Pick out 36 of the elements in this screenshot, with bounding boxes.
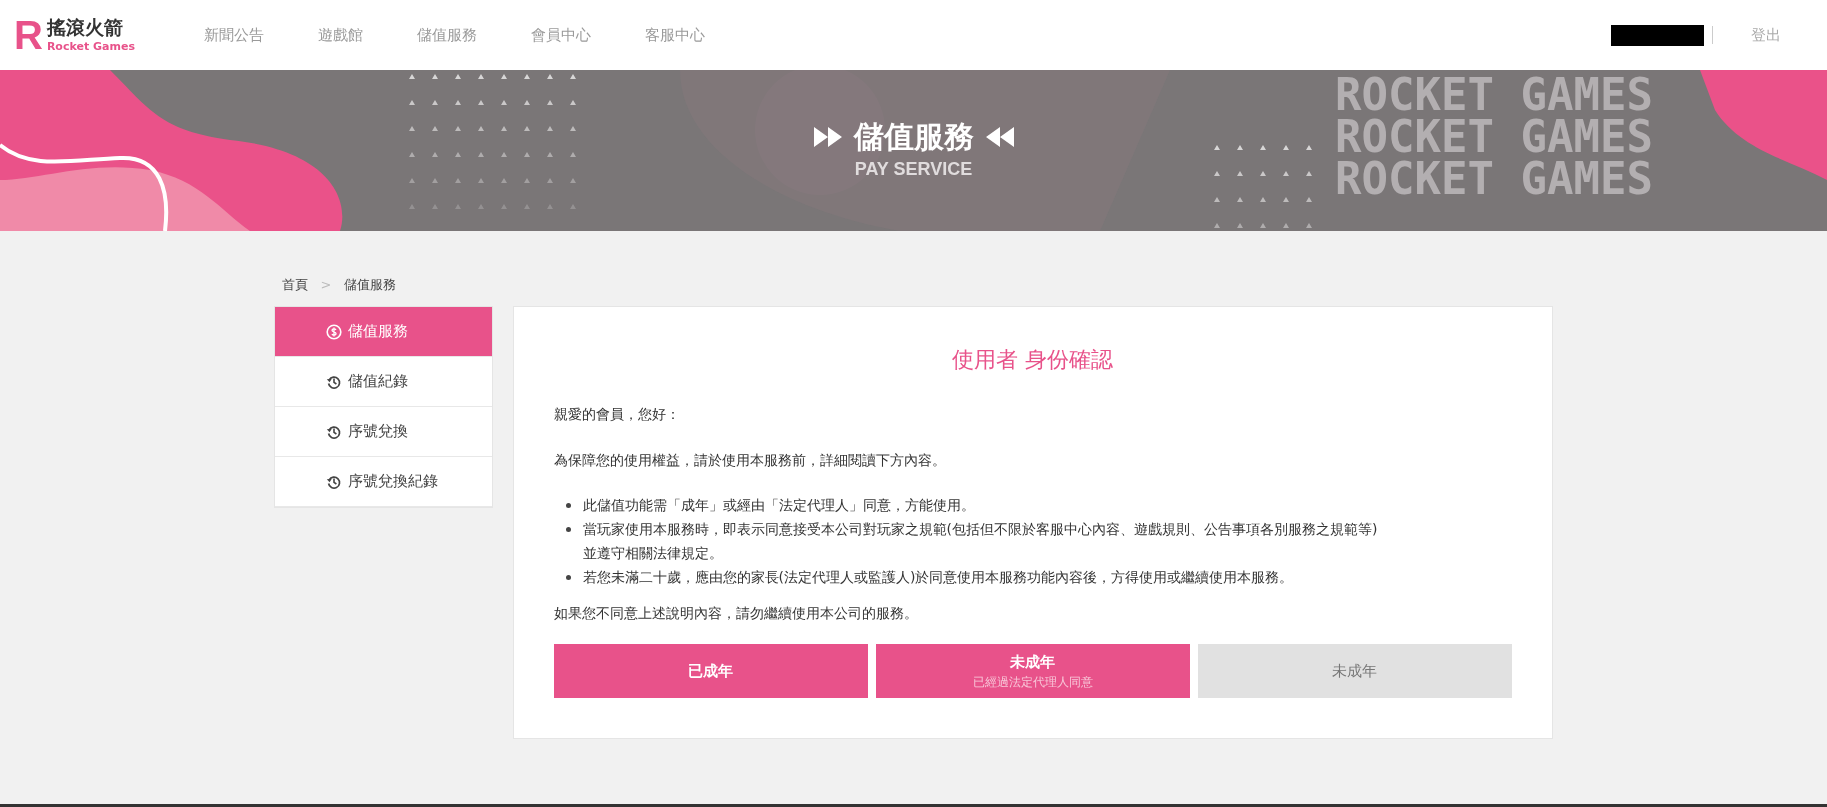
age-button[interactable]: 未成年 已經過法定代理人同意 (875, 644, 1190, 698)
bullet-icon (565, 503, 571, 508)
bullet-text: 當玩家使用本服務時，即表示同意接受本公司對玩家之規範(包括但不限於客服中心內容、遊戲規則、公告事項各別服務之規範等)並遵守相關法律規定。 (582, 520, 1379, 563)
breadcrumb-link[interactable]: 儲值服務 (344, 274, 397, 295)
double-arrow-icon (813, 127, 842, 147)
dollar-icon (325, 323, 342, 340)
intro-text: 為保障您的使用權益，請於使用本服務前，詳細閱讀下方內容。 (553, 451, 947, 470)
bullet-text: 此儲值功能需「成年」或經由「法定代理人」同意，方能使用。 (582, 496, 976, 515)
age-button[interactable]: 已成年 (553, 644, 868, 698)
breadcrumb-separator: > (320, 275, 332, 294)
bullet-text: 若您未滿二十歲，應由您的家長(法定代理人或監護人)於同意使用本服務功能內容後，方得使用或繼續使用本服務。 (582, 568, 1295, 587)
nav-link[interactable]: 遊戲館 (318, 23, 363, 47)
footer-text: 如果您不同意上述說明內容，請勿繼續使用本公司的服務。 (553, 604, 919, 623)
logo-title: 搖滾火箭 (46, 16, 124, 40)
sidebar-item[interactable]: 儲值服務 (274, 307, 492, 357)
nav-link[interactable]: 客服中心 (645, 23, 705, 47)
history-icon (325, 373, 342, 390)
nav-link[interactable]: 會員中心 (531, 23, 591, 47)
double-arrow-icon (985, 127, 1014, 147)
logout-link[interactable]: 登出 (1751, 23, 1781, 47)
history-icon (325, 423, 342, 440)
nav-link[interactable]: 儲值服務 (417, 23, 477, 47)
nav-link[interactable]: 新聞公告 (204, 23, 264, 47)
watermark-text: ROCKET GAMES (1335, 116, 1653, 158)
bullet-icon (565, 575, 571, 580)
greeting-text: 親愛的會員，您好： (553, 405, 681, 424)
banner-subtitle: PAY SERVICE (854, 157, 973, 181)
banner-title: 儲值服務 (853, 118, 974, 156)
bullet-icon (565, 527, 571, 532)
history-icon (325, 473, 342, 490)
watermark-text: ROCKET GAMES (1335, 74, 1653, 116)
logo-subtitle: Rocket Games (46, 40, 135, 54)
breadcrumb-link[interactable]: 首頁 (281, 274, 308, 295)
watermark-text: ROCKET GAMES (1335, 158, 1653, 200)
card-title: 使用者 身份確認 (951, 346, 1114, 374)
logo-mark[interactable]: R (14, 15, 43, 55)
